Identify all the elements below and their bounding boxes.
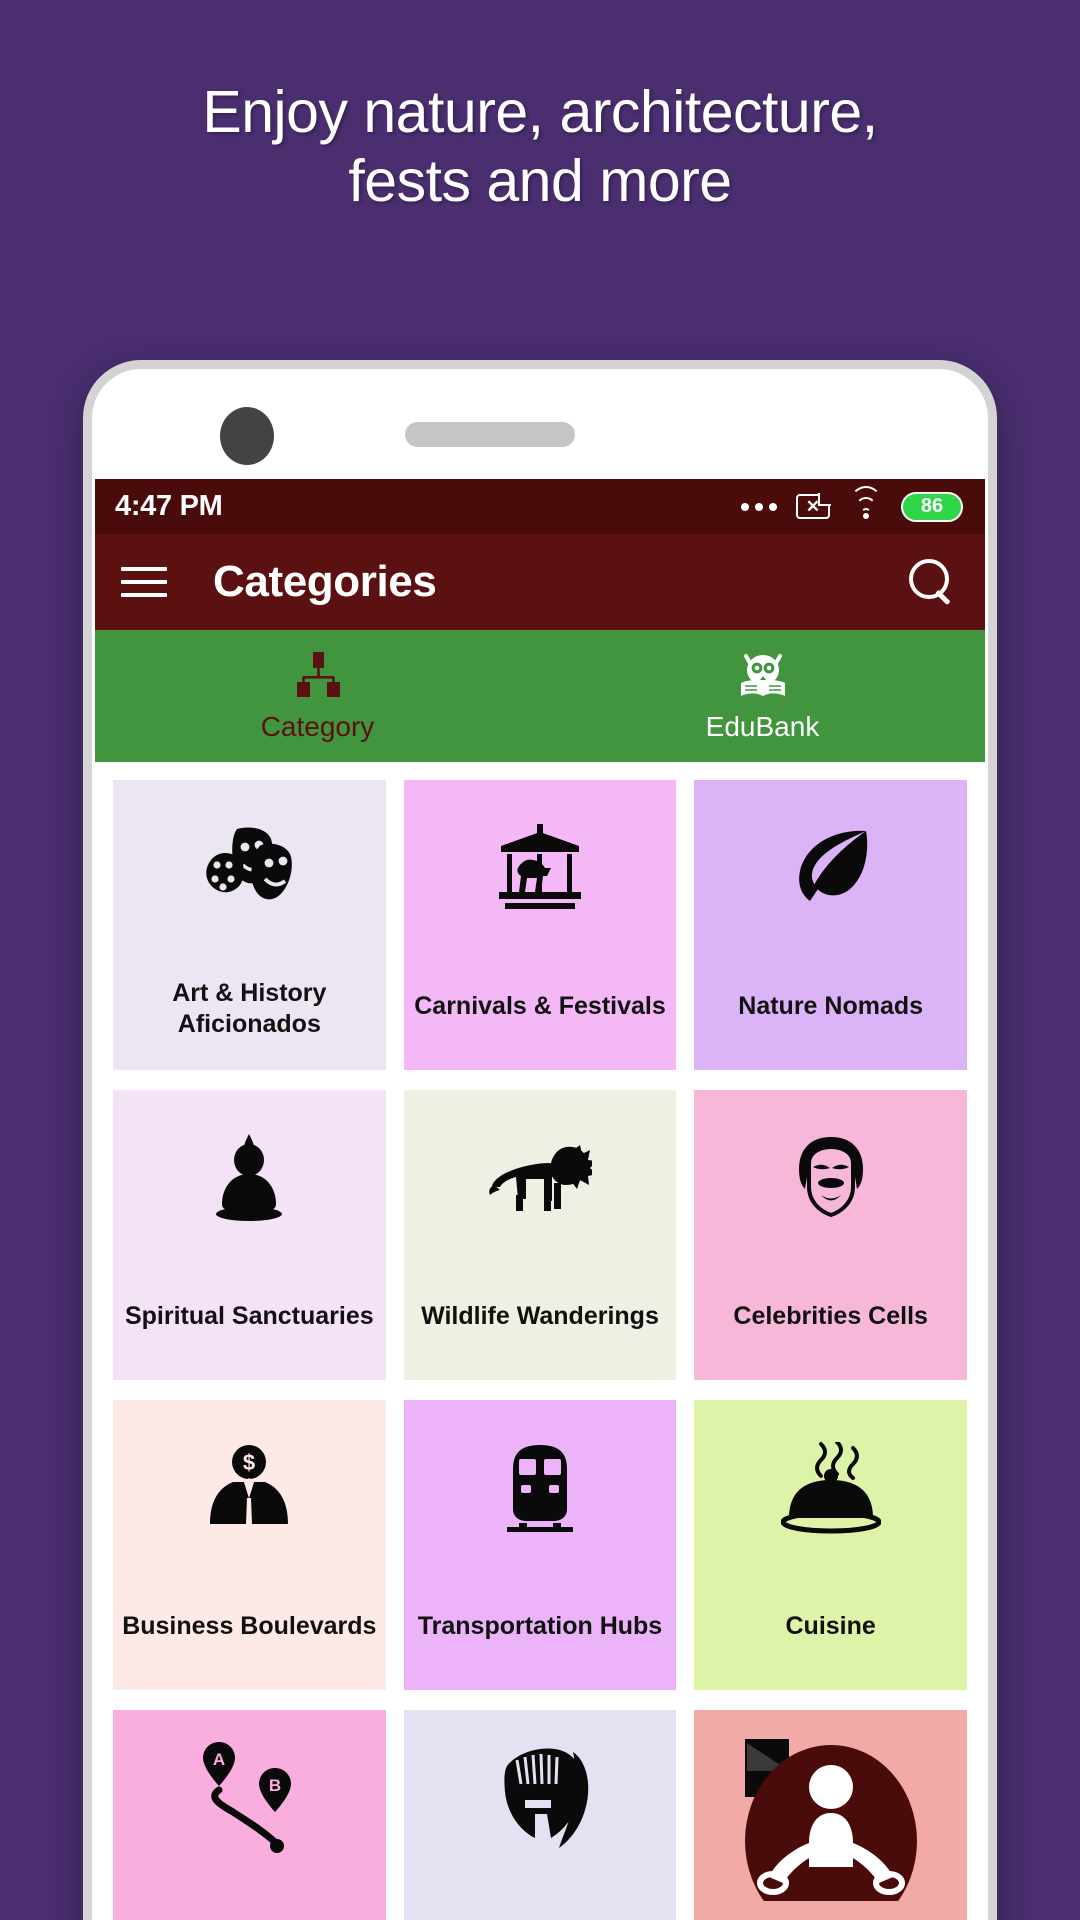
tab-edubank[interactable]: EduBank xyxy=(540,630,985,762)
category-card-art-history[interactable]: Art & History Aficionados xyxy=(113,780,386,1070)
category-card-business[interactable]: $ Business Boulevards xyxy=(113,1400,386,1690)
category-card-meditation[interactable] xyxy=(694,1710,967,1920)
category-card-label: Business Boulevards xyxy=(122,1611,377,1640)
battery-icon: 86 xyxy=(901,491,963,522)
owl-book-icon xyxy=(736,649,790,701)
category-card-celebrities[interactable]: Celebrities Cells xyxy=(694,1090,967,1380)
category-card-helmet[interactable] xyxy=(403,1710,677,1920)
lion-icon xyxy=(404,1090,677,1265)
category-card-transportation[interactable]: Transportation Hubs xyxy=(403,1400,677,1690)
three-dots-icon xyxy=(741,502,777,511)
category-card-label: Nature Nomads xyxy=(738,991,924,1020)
category-grid: Art & History Aficionados Carnivals & Fe… xyxy=(95,762,985,1920)
headline-line-1: Enjoy nature, architecture, xyxy=(202,79,878,145)
svg-text:B: B xyxy=(269,1776,281,1795)
category-card-label: Carnivals & Festivals xyxy=(414,991,666,1020)
hamburger-menu-icon[interactable] xyxy=(121,567,167,597)
train-icon xyxy=(404,1400,677,1575)
tab-edubank-label: EduBank xyxy=(705,711,820,742)
celebrity-face-icon xyxy=(694,1090,967,1265)
spartan-helmet-icon xyxy=(404,1710,677,1885)
phone-screen: 4:47 PM ✕ 86 Categories Category EduBank… xyxy=(95,479,985,1920)
category-card-cuisine[interactable]: Cuisine xyxy=(694,1400,967,1690)
category-card-label: Celebrities Cells xyxy=(733,1301,928,1330)
wifi-icon xyxy=(849,485,882,520)
search-icon[interactable] xyxy=(907,558,955,606)
category-card-label: Wildlife Wanderings xyxy=(421,1301,659,1330)
front-camera-icon xyxy=(220,407,274,465)
category-card-label: Cuisine xyxy=(785,1611,876,1640)
phone-mockup-frame: 4:47 PM ✕ 86 Categories Category EduBank… xyxy=(83,360,997,1920)
food-cloche-icon xyxy=(694,1400,967,1575)
status-bar: 4:47 PM ✕ 86 xyxy=(95,479,985,534)
category-card-spiritual[interactable]: Spiritual Sanctuaries xyxy=(113,1090,386,1380)
businessman-dollar-icon: $ xyxy=(113,1400,386,1575)
sim-x-glyph: ✕ xyxy=(805,497,821,516)
battery-level-label: 86 xyxy=(920,495,944,517)
leaf-icon xyxy=(694,780,967,955)
category-card-label: Spiritual Sanctuaries xyxy=(124,1301,374,1330)
theater-masks-palette-icon xyxy=(113,780,386,955)
category-card-wildlife[interactable]: Wildlife Wanderings xyxy=(403,1090,677,1380)
promo-headline: Enjoy nature, architecture, fests and mo… xyxy=(0,78,1080,216)
tab-bar: Category EduBank xyxy=(95,630,985,762)
status-time: 4:47 PM xyxy=(115,490,223,522)
sitemap-icon xyxy=(293,649,343,701)
category-card-route[interactable]: A B xyxy=(113,1710,386,1920)
route-a-to-b-icon: A B xyxy=(113,1710,386,1885)
tab-category-label: Category xyxy=(260,711,375,742)
earpiece-speaker xyxy=(405,422,575,447)
carousel-icon xyxy=(404,780,677,955)
category-card-nature-nomads[interactable]: Nature Nomads xyxy=(694,780,967,1070)
tab-category[interactable]: Category xyxy=(95,630,540,762)
category-card-label: Art & History Aficionados xyxy=(172,978,327,1038)
phone-body: 4:47 PM ✕ 86 Categories Category EduBank… xyxy=(92,369,988,1920)
svg-text:$: $ xyxy=(243,1450,255,1475)
headline-line-2: fests and more xyxy=(348,148,732,215)
meditation-person-icon xyxy=(694,1710,967,1901)
svg-text:A: A xyxy=(213,1750,225,1769)
category-card-carnivals[interactable]: Carnivals & Festivals xyxy=(403,780,677,1070)
app-bar: Categories xyxy=(95,534,985,630)
buddha-icon xyxy=(113,1090,386,1265)
status-icons: ✕ 86 xyxy=(741,485,963,522)
page-title: Categories xyxy=(213,557,437,606)
sim-card-x-icon: ✕ xyxy=(796,494,830,519)
category-card-label: Transportation Hubs xyxy=(417,1611,663,1640)
